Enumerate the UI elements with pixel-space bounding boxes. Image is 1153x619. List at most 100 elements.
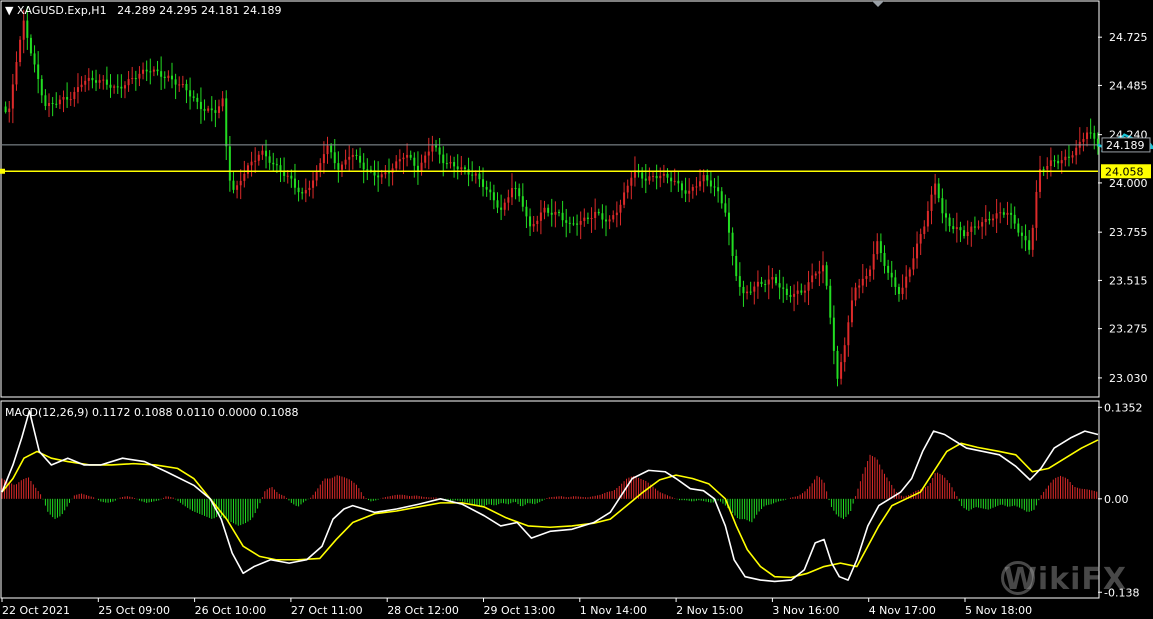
candle-body	[973, 226, 976, 228]
candle-body	[76, 87, 79, 92]
candle-body	[724, 203, 727, 213]
candle-body	[87, 77, 90, 81]
candle-body	[753, 286, 756, 292]
candle-body	[485, 186, 488, 190]
watermark: WikiFX	[1003, 562, 1127, 597]
candle-body	[413, 157, 416, 166]
candle-body	[557, 211, 560, 213]
candle-body	[51, 103, 54, 105]
candle-body	[800, 290, 803, 293]
candle-body	[735, 255, 738, 277]
candle-body	[181, 83, 184, 85]
candle-body	[785, 288, 788, 296]
candle-body	[456, 166, 459, 170]
candle-body	[362, 162, 365, 170]
time-tick-label: 5 Nov 18:00	[965, 604, 1032, 617]
candle-body	[850, 300, 853, 323]
candle-body	[355, 154, 358, 156]
candle-body	[586, 217, 589, 219]
candle-body	[1031, 227, 1034, 250]
candle-body	[673, 180, 676, 182]
candle-body	[966, 231, 969, 237]
candle-body	[26, 20, 29, 38]
candle-body	[1042, 169, 1045, 171]
candle-body	[948, 217, 951, 227]
candle-body	[196, 97, 199, 102]
candle-body	[58, 99, 61, 105]
macd-tick-label: 0.1352	[1104, 401, 1143, 414]
candle-body	[988, 218, 991, 221]
price-tick-label: 23.275	[1109, 323, 1148, 336]
header-dropdown-icon[interactable]: ▼	[5, 4, 13, 17]
candle-body	[272, 162, 275, 165]
candle-body	[1002, 212, 1005, 215]
candle-body	[351, 154, 354, 157]
candle-body	[275, 164, 278, 166]
candle-body	[572, 223, 575, 225]
candle-body	[1013, 214, 1016, 224]
candle-body	[619, 204, 622, 213]
time-tick-label: 22 Oct 2021	[2, 604, 70, 617]
candle-body	[160, 71, 163, 77]
candle-body	[579, 220, 582, 225]
candle-body	[727, 212, 730, 233]
candle-body	[554, 211, 557, 215]
candle-body	[829, 285, 832, 318]
candle-body	[644, 178, 647, 181]
candle-body	[811, 275, 814, 283]
time-tick-label: 26 Oct 10:00	[195, 604, 267, 617]
candle-body	[1028, 240, 1031, 250]
time-tick-label: 25 Oct 09:00	[98, 604, 170, 617]
candle-body	[995, 213, 998, 219]
candle-body	[453, 162, 456, 167]
candle-body	[630, 177, 633, 186]
candle-body	[319, 163, 322, 172]
time-tick-label: 28 Oct 12:00	[387, 604, 459, 617]
candle-body	[565, 220, 568, 223]
price-tick-label: 23.515	[1109, 274, 1148, 287]
candle-body	[1093, 133, 1096, 139]
candle-body	[142, 69, 145, 74]
candle-body	[952, 226, 955, 230]
candle-body	[254, 160, 257, 162]
candle-body	[120, 86, 123, 89]
price-tick-label: 24.725	[1109, 31, 1148, 44]
candle-body	[1049, 160, 1052, 167]
candle-body	[55, 103, 58, 105]
candle-body	[8, 108, 11, 113]
candle-body	[1064, 156, 1067, 161]
candle-body	[91, 77, 94, 81]
candle-body	[312, 180, 315, 188]
candle-body	[822, 265, 825, 272]
candle-body	[641, 172, 644, 179]
candle-body	[340, 164, 343, 170]
candle-body	[156, 69, 159, 72]
candle-body	[803, 290, 806, 293]
candle-body	[814, 273, 817, 276]
candle-body	[471, 174, 474, 176]
candle-body	[720, 191, 723, 204]
candle-body	[666, 173, 669, 178]
candle-body	[192, 96, 195, 98]
candle-body	[149, 71, 152, 73]
candle-body	[626, 185, 629, 193]
candle-body	[695, 186, 698, 188]
candle-body	[525, 206, 528, 217]
candle-body	[890, 272, 893, 278]
ohlc-readout: 24.289 24.295 24.181 24.189	[117, 4, 282, 17]
candle-body	[605, 219, 608, 222]
time-tick-label: 29 Oct 13:00	[484, 604, 556, 617]
candle-body	[492, 192, 495, 201]
candle-body	[713, 186, 716, 188]
candle-body	[897, 286, 900, 295]
candle-body	[420, 162, 423, 172]
candle-body	[1039, 169, 1042, 192]
candle-body	[174, 79, 177, 85]
candle-body	[818, 271, 821, 274]
price-tick-label: 23.030	[1109, 372, 1148, 385]
candle-body	[597, 211, 600, 214]
candle-body	[648, 176, 651, 181]
candle-body	[22, 20, 25, 40]
candle-body	[113, 86, 116, 88]
candle-body	[37, 64, 40, 80]
